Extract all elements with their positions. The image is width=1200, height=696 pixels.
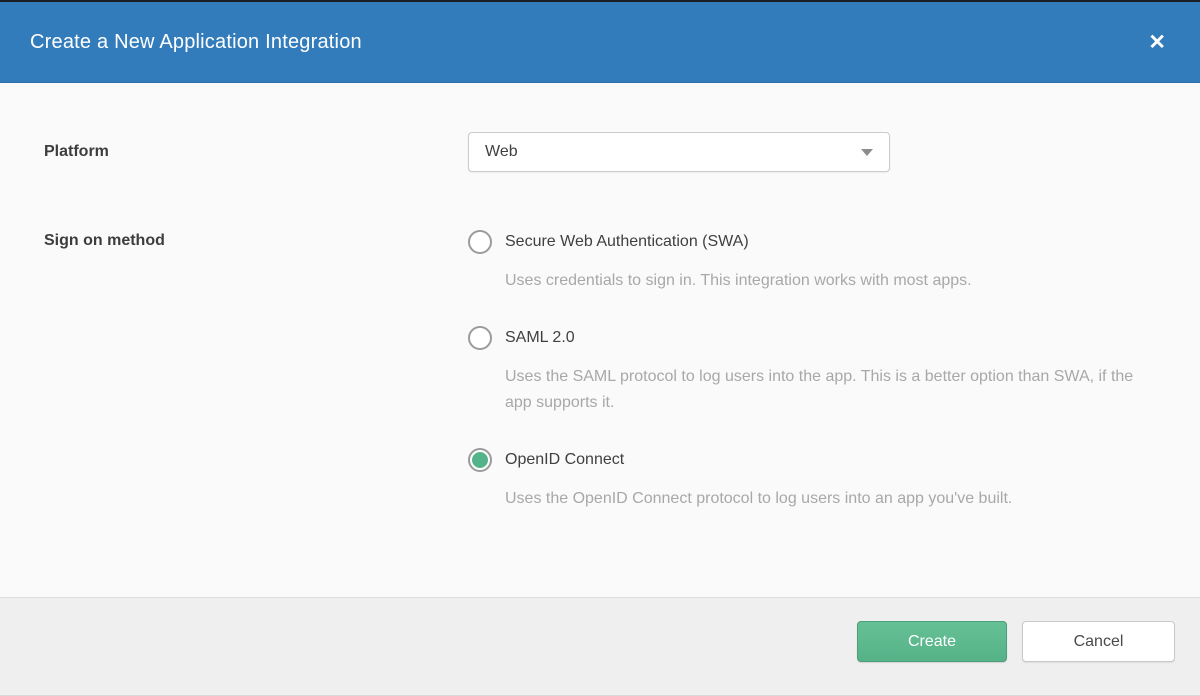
sign-on-method-options: Secure Web Authentication (SWA) Uses cre… bbox=[468, 230, 1147, 512]
platform-row: Platform Web bbox=[44, 132, 1160, 172]
sign-on-option-saml-description: Uses the SAML protocol to log users into… bbox=[505, 364, 1147, 416]
sign-on-option-swa-label[interactable]: Secure Web Authentication (SWA) bbox=[505, 233, 749, 251]
sign-on-option-oidc: OpenID Connect Uses the OpenID Connect p… bbox=[468, 448, 1147, 512]
sign-on-option-oidc-description: Uses the OpenID Connect protocol to log … bbox=[505, 486, 1147, 512]
sign-on-option-oidc-click-target[interactable]: OpenID Connect bbox=[468, 448, 1147, 472]
chevron-down-icon bbox=[861, 149, 873, 156]
modal-header: Create a New Application Integration ✕ bbox=[0, 2, 1200, 83]
platform-select-value: Web bbox=[485, 143, 518, 161]
sign-on-option-saml: SAML 2.0 Uses the SAML protocol to log u… bbox=[468, 326, 1147, 416]
create-button[interactable]: Create bbox=[857, 621, 1007, 662]
create-app-integration-modal: Create a New Application Integration ✕ P… bbox=[0, 0, 1200, 696]
sign-on-option-swa-click-target[interactable]: Secure Web Authentication (SWA) bbox=[468, 230, 1147, 254]
sign-on-option-swa: Secure Web Authentication (SWA) Uses cre… bbox=[468, 230, 1147, 294]
modal-footer: Create Cancel bbox=[0, 597, 1200, 695]
sign-on-option-swa-description: Uses credentials to sign in. This integr… bbox=[505, 268, 1147, 294]
radio-button-saml[interactable] bbox=[468, 326, 492, 350]
platform-label: Platform bbox=[44, 143, 468, 161]
sign-on-method-row: Sign on method Secure Web Authentication… bbox=[44, 230, 1160, 512]
platform-select[interactable]: Web bbox=[468, 132, 890, 172]
platform-control: Web bbox=[468, 132, 890, 172]
close-icon[interactable]: ✕ bbox=[1144, 28, 1170, 57]
radio-button-openid-connect[interactable] bbox=[468, 448, 492, 472]
modal-body: Platform Web Sign on method Secure Web A… bbox=[0, 83, 1200, 597]
sign-on-option-saml-click-target[interactable]: SAML 2.0 bbox=[468, 326, 1147, 350]
cancel-button[interactable]: Cancel bbox=[1022, 621, 1175, 662]
sign-on-option-saml-label[interactable]: SAML 2.0 bbox=[505, 329, 575, 347]
sign-on-option-oidc-label[interactable]: OpenID Connect bbox=[505, 451, 624, 469]
modal-title: Create a New Application Integration bbox=[30, 31, 362, 54]
radio-button-swa[interactable] bbox=[468, 230, 492, 254]
sign-on-method-label: Sign on method bbox=[44, 230, 468, 512]
